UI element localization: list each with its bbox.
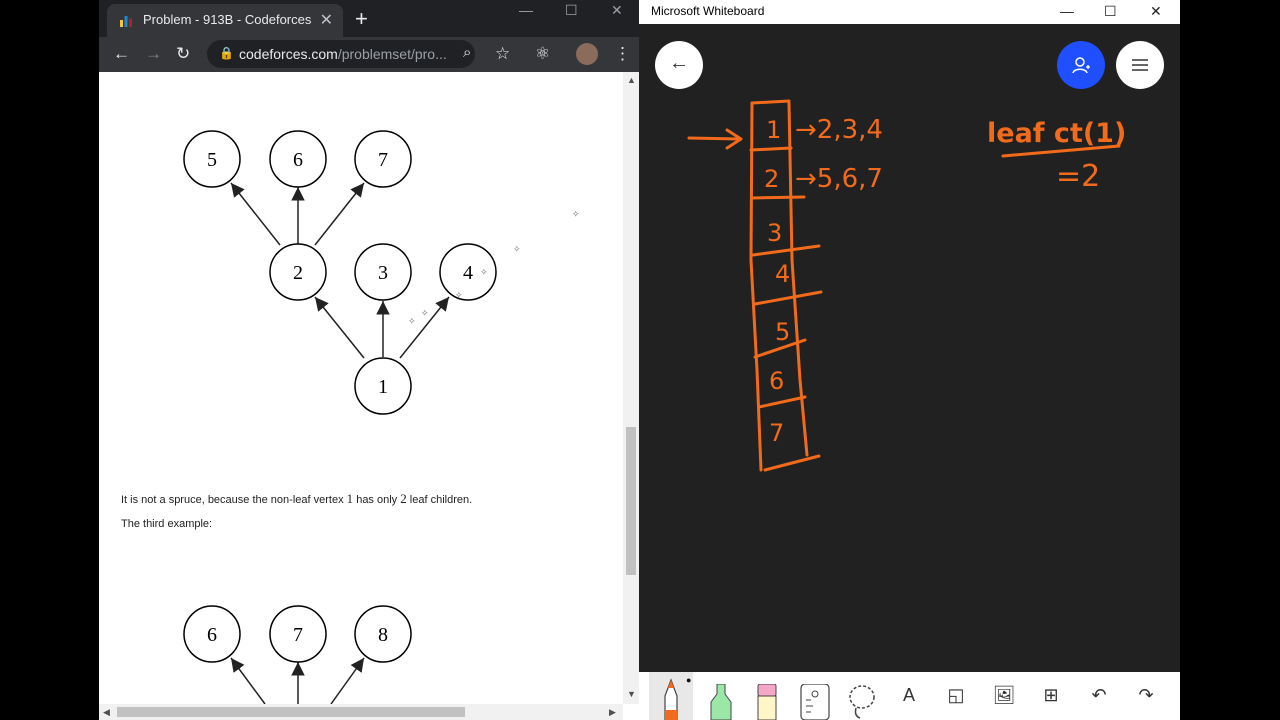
whiteboard-window: Microsoft Whiteboard — ☐ ✕ ← 1 2 3 4 5 6… bbox=[639, 0, 1180, 720]
image-insert-icon[interactable]: 🖼 bbox=[992, 685, 1016, 706]
page-content: 1 2 3 4 5 6 7 ✧ ✧ ✧ ✧ ✧ ✧ 6 7 8 It is no… bbox=[99, 72, 623, 704]
scroll-up-icon[interactable]: ▲ bbox=[627, 75, 636, 85]
tab-problem[interactable]: Problem - 913B - Codeforces ✕ bbox=[107, 4, 343, 37]
green-highlighter-icon[interactable] bbox=[707, 684, 735, 720]
ink-cell-label: 6 bbox=[769, 367, 784, 395]
lasso-icon[interactable] bbox=[848, 684, 876, 720]
pink-eraser-icon[interactable] bbox=[755, 684, 779, 720]
forward-icon[interactable]: → bbox=[145, 44, 162, 64]
scroll-left-icon[interactable]: ◀ bbox=[103, 707, 110, 718]
wb-minimize-icon[interactable]: — bbox=[1060, 3, 1074, 19]
ink-annotations: →2,3,4 →5,6,7 leaf ct(1) =2 bbox=[795, 115, 1126, 194]
tab-close-icon[interactable]: ✕ bbox=[320, 10, 333, 30]
svg-text:✧: ✧ bbox=[421, 308, 429, 318]
browser-toolbar: ← → ↻ 🔒 codeforces.com/problemset/pro...… bbox=[99, 37, 639, 72]
ink-canvas[interactable]: 1 2 3 4 5 6 7 →2,3,4 →5,6,7 leaf ct(1) =… bbox=[639, 24, 1180, 672]
svg-text:✧: ✧ bbox=[408, 316, 416, 326]
ink-leaf-result: =2 bbox=[1056, 159, 1100, 194]
svg-text:✧: ✧ bbox=[455, 290, 463, 300]
tree-a-node-label: 5 bbox=[207, 149, 217, 171]
third-example-heading: The third example: bbox=[121, 518, 213, 530]
ink-cell-label: 3 bbox=[767, 219, 782, 247]
tree-a-node-label: 3 bbox=[378, 262, 388, 284]
lock-icon: 🔒 bbox=[219, 46, 234, 60]
maximize-icon[interactable]: ☐ bbox=[565, 2, 578, 19]
pen-selected-dot-icon: ● bbox=[686, 675, 692, 685]
menu-dots-icon[interactable]: ⋮ bbox=[614, 44, 631, 64]
tree-b-node-label: 6 bbox=[207, 624, 217, 646]
ruler-icon[interactable] bbox=[800, 684, 830, 720]
ink-cell-label: 5 bbox=[775, 318, 790, 346]
ink-row1-children: →2,3,4 bbox=[795, 115, 883, 145]
tab-strip: Problem - 913B - Codeforces ✕ + — ☐ ✕ bbox=[99, 0, 639, 37]
horizontal-scrollbar[interactable]: ◀ ▶ bbox=[99, 704, 623, 720]
tree-a-node-label: 7 bbox=[378, 149, 388, 171]
sticky-note-icon[interactable]: ◱ bbox=[944, 685, 968, 706]
scroll-down-icon[interactable]: ▼ bbox=[627, 689, 636, 699]
wb-maximize-icon[interactable]: ☐ bbox=[1104, 3, 1117, 20]
redo-icon[interactable]: ↷ bbox=[1134, 685, 1158, 706]
ink-numbers: 1 2 3 4 5 6 7 bbox=[764, 116, 790, 447]
text-tool-icon[interactable]: A bbox=[897, 685, 921, 706]
minimize-icon[interactable]: — bbox=[519, 2, 533, 18]
profile-avatar[interactable] bbox=[576, 43, 598, 65]
ink-cell-label: 2 bbox=[764, 165, 779, 193]
extension-icon[interactable]: ⚛ bbox=[535, 44, 550, 64]
tree-b-node-label: 8 bbox=[378, 624, 388, 646]
bookmark-star-icon[interactable]: ☆ bbox=[495, 44, 510, 64]
tab-title: Problem - 913B - Codeforces bbox=[143, 12, 312, 27]
svg-text:✧: ✧ bbox=[513, 244, 521, 254]
close-window-icon[interactable]: ✕ bbox=[611, 2, 623, 19]
new-tab-icon[interactable]: + bbox=[355, 6, 368, 32]
tree-diagrams: 1 2 3 4 5 6 7 ✧ ✧ ✧ ✧ ✧ ✧ 6 7 8 bbox=[183, 130, 580, 704]
browser-window: Problem - 913B - Codeforces ✕ + — ☐ ✕ ← … bbox=[99, 0, 639, 720]
add-content-icon[interactable]: ⊞ bbox=[1039, 685, 1063, 706]
svg-text:✧: ✧ bbox=[480, 267, 488, 277]
vertical-scroll-thumb[interactable] bbox=[626, 427, 636, 575]
reload-icon[interactable]: ↻ bbox=[176, 44, 190, 64]
tree-a-edges bbox=[230, 182, 450, 359]
tree-b-edges bbox=[230, 657, 365, 704]
tree-a-node-label: 6 bbox=[293, 149, 303, 171]
url-text: codeforces.com/problemset/pro... bbox=[239, 46, 447, 62]
ink-cell-label: 4 bbox=[775, 260, 790, 288]
horizontal-scroll-thumb[interactable] bbox=[117, 707, 465, 717]
ink-row2-children: →5,6,7 bbox=[795, 164, 883, 194]
ink-cell-label: 1 bbox=[766, 116, 781, 144]
ink-cell-label: 7 bbox=[769, 419, 784, 447]
codeforces-favicon-icon bbox=[120, 16, 132, 27]
ink-array-box bbox=[687, 99, 823, 472]
tree-a-node-label: 2 bbox=[293, 262, 303, 284]
svg-text:✧: ✧ bbox=[572, 209, 580, 219]
vertical-scrollbar[interactable]: ▲ ▼ bbox=[623, 72, 639, 704]
tree-b-node-label: 7 bbox=[293, 624, 303, 646]
spruce-note: It is not a spruce, because the non-leaf… bbox=[121, 491, 473, 506]
orange-pen-icon[interactable] bbox=[661, 676, 681, 720]
whiteboard-title: Microsoft Whiteboard bbox=[651, 4, 765, 18]
address-bar[interactable]: 🔒 codeforces.com/problemset/pro... bbox=[207, 40, 475, 68]
whiteboard-toolbar: ● A ◱ 🖼 ⊞ ↶ ↷ bbox=[639, 672, 1180, 720]
desktop-background bbox=[1180, 0, 1280, 720]
tree-a-node-label: 4 bbox=[463, 262, 473, 284]
wb-close-icon[interactable]: ✕ bbox=[1150, 3, 1162, 20]
tree-a-node-label: 1 bbox=[378, 376, 388, 398]
ink-leaf-count: leaf ct(1) bbox=[987, 118, 1126, 149]
undo-icon[interactable]: ↶ bbox=[1087, 685, 1111, 706]
whiteboard-title-bar: Microsoft Whiteboard — ☐ ✕ bbox=[639, 0, 1180, 24]
scroll-right-icon[interactable]: ▶ bbox=[609, 707, 616, 718]
back-icon[interactable]: ← bbox=[113, 44, 130, 64]
tree-a-nodes bbox=[183, 130, 497, 415]
search-page-icon[interactable]: ⌕ bbox=[463, 44, 471, 61]
